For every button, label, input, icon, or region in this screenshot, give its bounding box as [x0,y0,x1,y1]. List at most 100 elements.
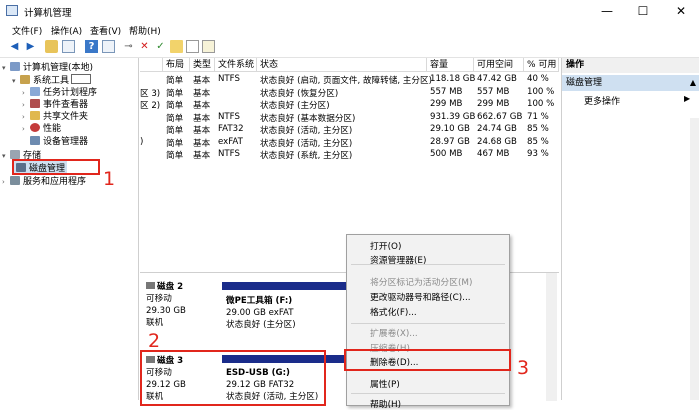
collapse-icon[interactable]: › [22,125,30,133]
menu-item-extend: 扩展卷(X)... [370,329,418,339]
column-header-blank[interactable] [140,58,163,72]
maximize-button[interactable]: ☐ [626,0,660,22]
menu-item-help[interactable]: 帮助(H) [370,397,401,410]
disk-area-scrollbar[interactable] [546,273,557,401]
delete-icon[interactable]: ✕ [138,40,151,53]
back-icon[interactable]: ◀ [8,40,21,53]
cell-free: 467 MB [477,149,510,159]
cell-status: 状态良好 (恢复分区) [260,88,339,99]
menu-file[interactable]: 文件(F) [12,24,42,37]
cell-filesystem: FAT32 [218,124,244,134]
column-header-filesystem[interactable]: 文件系统 [215,58,257,72]
minimize-button[interactable]: — [590,0,624,22]
key-icon[interactable]: ⊸ [122,40,135,53]
services-icon [10,176,20,185]
table-row[interactable]: 简单 基本 NTFS 状态良好 (系统, 主分区) 500 MB 467 MB 93 % [140,149,559,161]
table-row[interactable]: 区 3) 简单 基本 状态良好 (恢复分区) 557 MB 557 MB 100 % [140,87,559,99]
cell-status: 状态良好 (启动, 页面文件, 故障转储, 主分区) [260,76,432,86]
expand-icon[interactable]: ▾ [2,152,10,160]
collapse-icon[interactable]: › [22,89,30,97]
collapse-icon[interactable]: › [22,113,30,121]
cell-free: 662.67 GB [477,111,523,122]
toolbar: ◀ ▶ ? ⊸ ✕ ✓ [0,37,699,58]
menu-separator [351,393,505,394]
cell-percent: 40 % [527,74,549,84]
table-row[interactable]: 简单 基本 NTFS 状态良好 (基本数据分区) 931.39 GB 662.67 GB 7… [140,112,559,124]
annotation-box-1 [12,159,100,175]
menu-item-change-letter[interactable]: 更改驱动器号和路径(C)... [370,290,471,303]
column-header-status[interactable]: 状态 [257,58,427,72]
actions-disk-management[interactable]: 磁盘管理 ▲ [562,75,699,91]
column-header-layout[interactable]: 布局 [163,58,190,72]
zoom-icon[interactable] [202,40,215,53]
cell-layout: 简单 [166,126,184,136]
actions-header: 操作 [562,58,699,73]
folder-icon[interactable] [45,40,58,53]
collapse-icon[interactable]: › [22,101,30,109]
page-icon[interactable] [170,40,183,53]
disk-2-state: 联机 [146,318,164,328]
collapse-icon[interactable]: › [2,178,10,186]
menu-help[interactable]: 帮助(H) [129,24,161,37]
cell-status: 状态良好 (活动, 主分区) [260,138,353,149]
forward-icon[interactable]: ▶ [24,40,37,53]
table-row[interactable]: ) 简单 基本 exFAT 状态良好 (活动, 主分区) 28.97 GB 24.68 GB… [140,137,559,149]
pane-icon[interactable] [102,40,115,53]
column-header-percent[interactable]: % 可用 [524,58,559,72]
disk-2-partition[interactable]: 微PE工具箱 (F:) 29.00 GB exFAT 状态良好 (主分区) [226,295,296,331]
menu-action[interactable]: 操作(A) [51,24,82,37]
expand-icon[interactable]: ▾ [2,64,10,72]
table-row[interactable]: 简单 基本 FAT32 状态良好 (活动, 主分区) 29.10 GB 24.74 GB 8… [140,124,559,136]
tree-performance[interactable]: › 性能 [22,121,61,134]
cell-capacity: 299 MB [430,99,463,109]
search-icon[interactable] [186,40,199,53]
computer-icon [10,62,20,71]
tree-root[interactable]: ▾ 计算机管理(本地) [2,60,93,73]
menu-item-format[interactable]: 格式化(F)... [370,305,417,318]
cell-layout: 简单 [166,76,184,86]
more-actions[interactable]: 更多操作 [584,94,620,107]
row-prefix: ) [140,136,144,147]
menu-item-open[interactable]: 打开(O) [370,239,401,252]
cell-layout: 简单 [166,138,184,149]
event-icon [30,99,40,108]
column-header-type[interactable]: 类型 [190,58,215,72]
shared-folder-icon [30,111,40,120]
cell-status: 状态良好 (活动, 主分区) [260,126,353,136]
table-row[interactable]: 区 2) 简单 基本 状态良好 (主分区) 299 MB 299 MB 100 % [140,99,559,111]
cell-layout: 简单 [166,151,184,161]
cell-type: 基本 [193,101,211,111]
disk-2-name: 磁盘 2 [146,281,186,293]
window-title: 计算机管理 [24,8,72,19]
help-icon[interactable]: ? [85,40,98,53]
cell-filesystem: NTFS [218,111,240,122]
tree-device-manager[interactable]: 设备管理器 [22,134,88,147]
column-header-free[interactable]: 可用空间 [474,58,524,72]
menu-item-properties[interactable]: 属性(P) [370,377,400,390]
actions-pane: 操作 磁盘管理 ▲ 更多操作 ▶ [561,58,699,400]
navigation-tree: ▾ 计算机管理(本地) ▾ 系统工具 › 任务计划程序 › 事件查看器 › 共享文件夹 ›… [0,58,139,400]
cell-filesystem: NTFS [218,74,240,84]
collapse-up-icon[interactable]: ▲ [690,75,696,91]
cell-percent: 100 % [527,86,555,97]
tools-icon [20,75,30,84]
cell-layout: 简单 [166,101,184,111]
table-row[interactable]: 简单 基本 NTFS 状态良好 (启动, 页面文件, 故障转储, 主分区) 118.18… [140,74,559,86]
tree-services[interactable]: › 服务和应用程序 [2,174,86,187]
cell-filesystem: NTFS [218,149,240,159]
cell-type: 基本 [193,113,211,124]
actions-scrollbar[interactable] [690,118,699,400]
close-button[interactable]: ✕ [664,0,698,22]
context-menu: 打开(O) 资源管理器(E) 将分区标记为活动分区(M) 更改驱动器号和路径(C)..… [346,234,510,410]
menu-view[interactable]: 查看(V) [90,24,121,37]
cell-type: 基本 [193,88,211,99]
grid-icon[interactable] [62,40,75,53]
menu-separator [351,264,505,265]
column-header-capacity[interactable]: 容量 [427,58,474,72]
cell-percent: 71 % [527,111,549,122]
expand-icon[interactable]: ▾ [12,77,20,85]
cell-free: 47.42 GB [477,74,517,84]
chevron-right-icon[interactable]: ▶ [684,94,690,103]
cell-status: 状态良好 (系统, 主分区) [260,151,353,161]
check-icon[interactable]: ✓ [154,40,167,53]
